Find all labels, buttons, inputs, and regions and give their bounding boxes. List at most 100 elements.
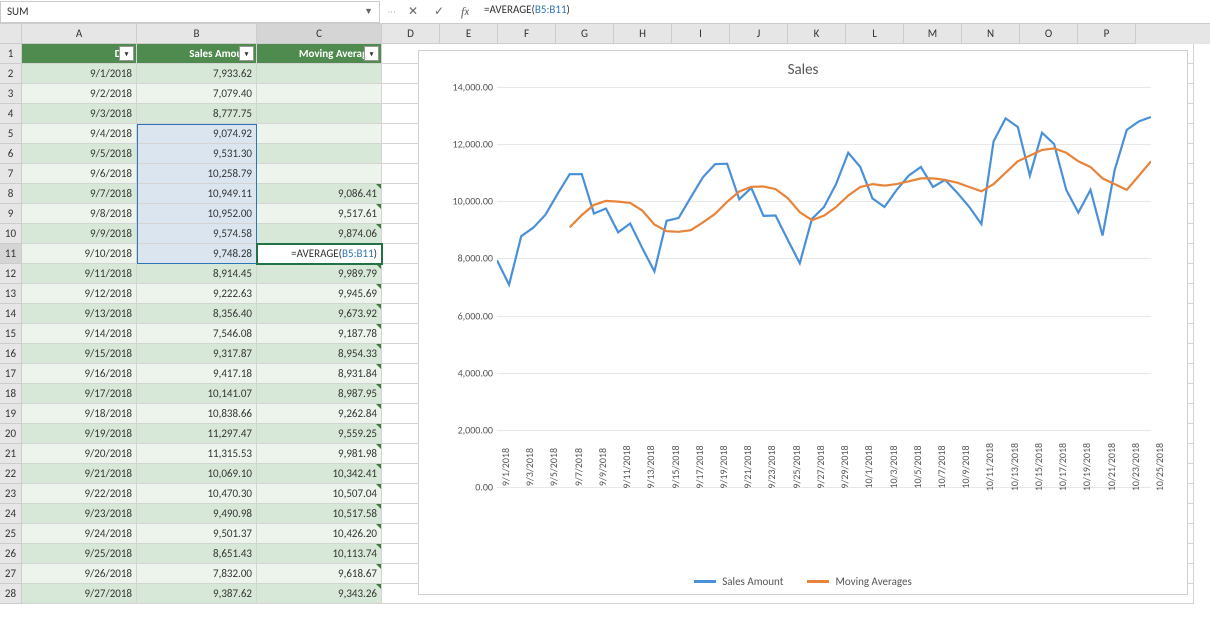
select-all-corner[interactable] [0,24,22,44]
cell[interactable]: 11,297.47 [137,424,257,444]
cell[interactable]: 9/27/2018 [22,584,137,604]
row-header[interactable]: 3 [0,84,22,104]
chart[interactable]: Sales 0.002,000.004,000.006,000.008,000.… [418,50,1188,595]
cell[interactable]: 9,531.30 [137,144,257,164]
cell[interactable]: 10,507.04 [257,484,382,504]
row-header[interactable]: 24 [0,504,22,524]
row-header[interactable]: 26 [0,544,22,564]
col-header-M[interactable]: M [904,24,962,44]
cell[interactable]: 10,838.66 [137,404,257,424]
cell[interactable]: 8,931.84 [257,364,382,384]
cell[interactable]: 9/18/2018 [22,404,137,424]
row-header[interactable]: 13 [0,284,22,304]
cell[interactable]: 9/26/2018 [22,564,137,584]
name-box[interactable]: SUM▼ [0,1,380,23]
cell[interactable]: 9,501.37 [137,524,257,544]
cell[interactable]: =AVERAGE(B5:B11) [257,244,382,264]
row-header[interactable]: 28 [0,584,22,604]
col-header-I[interactable]: I [672,24,730,44]
col-header-C[interactable]: C [257,24,382,44]
header-cell[interactable]: Day▾ [22,44,137,64]
cell[interactable]: 9/12/2018 [22,284,137,304]
row-header[interactable]: 20 [0,424,22,444]
cell[interactable]: 7,832.00 [137,564,257,584]
dropdown-arrow-icon[interactable]: ▼ [364,6,373,17]
cell[interactable]: 10,258.79 [137,164,257,184]
cell[interactable]: 9,343.26 [257,584,382,604]
col-header-O[interactable]: O [1020,24,1078,44]
row-header[interactable]: 16 [0,344,22,364]
cell[interactable] [257,164,382,184]
cell[interactable]: 9/17/2018 [22,384,137,404]
cell[interactable]: 9,673.92 [257,304,382,324]
cell[interactable]: 9/20/2018 [22,444,137,464]
cell[interactable]: 9/5/2018 [22,144,137,164]
header-cell[interactable]: Sales Amount▾ [137,44,257,64]
row-header[interactable]: 8 [0,184,22,204]
cell[interactable]: 9/14/2018 [22,324,137,344]
cell[interactable]: 9,618.67 [257,564,382,584]
row-header[interactable]: 2 [0,64,22,84]
cell[interactable]: 9/1/2018 [22,64,137,84]
cell[interactable]: 10,069.10 [137,464,257,484]
enter-button[interactable]: ✓ [426,1,452,23]
cell[interactable]: 9,222.63 [137,284,257,304]
row-header[interactable]: 12 [0,264,22,284]
filter-dropdown-icon[interactable]: ▾ [239,46,254,61]
col-header-J[interactable]: J [730,24,788,44]
cell[interactable]: 9,981.98 [257,444,382,464]
resize-handle[interactable]: ⋮ [382,8,400,16]
row-header[interactable]: 1 [0,44,22,64]
filter-dropdown-icon[interactable]: ▾ [119,46,134,61]
cell[interactable]: 10,426.20 [257,524,382,544]
col-header-E[interactable]: E [440,24,498,44]
row-header[interactable]: 11 [0,244,22,264]
row-header[interactable]: 18 [0,384,22,404]
cell[interactable]: 9/10/2018 [22,244,137,264]
row-header[interactable]: 4 [0,104,22,124]
cell[interactable]: 10,949.11 [137,184,257,204]
cell[interactable] [257,104,382,124]
cell[interactable]: 9/15/2018 [22,344,137,364]
cell[interactable]: 9/19/2018 [22,424,137,444]
row-header[interactable]: 14 [0,304,22,324]
cell[interactable]: 9/6/2018 [22,164,137,184]
cell[interactable]: 10,113.74 [257,544,382,564]
cell[interactable]: 9,262.84 [257,404,382,424]
row-header[interactable]: 5 [0,124,22,144]
row-header[interactable]: 17 [0,364,22,384]
col-header-D[interactable]: D [382,24,440,44]
cell[interactable]: 9/3/2018 [22,104,137,124]
cell[interactable]: 9,517.61 [257,204,382,224]
cell[interactable]: 9,074.92 [137,124,257,144]
cell[interactable]: 9/8/2018 [22,204,137,224]
cell[interactable]: 9/13/2018 [22,304,137,324]
cell[interactable]: 9/11/2018 [22,264,137,284]
col-header-H[interactable]: H [614,24,672,44]
row-header[interactable]: 6 [0,144,22,164]
cell[interactable]: 9,559.25 [257,424,382,444]
cell[interactable]: 9,317.87 [137,344,257,364]
formula-input[interactable]: =AVERAGE(B5:B11) [478,1,1210,23]
col-header-P[interactable]: P [1078,24,1136,44]
cell[interactable]: 8,777.75 [137,104,257,124]
cell[interactable]: 9,748.28 [137,244,257,264]
row-header[interactable]: 22 [0,464,22,484]
cell[interactable]: 9,187.78 [257,324,382,344]
cell[interactable]: 9,417.18 [137,364,257,384]
col-header-G[interactable]: G [556,24,614,44]
cell[interactable]: 9/4/2018 [22,124,137,144]
cell[interactable]: 11,315.53 [137,444,257,464]
cell[interactable]: 10,141.07 [137,384,257,404]
cell[interactable] [257,124,382,144]
row-header[interactable]: 7 [0,164,22,184]
cell[interactable]: 9,989.79 [257,264,382,284]
cell[interactable] [257,144,382,164]
cell[interactable]: 9/25/2018 [22,544,137,564]
cell[interactable]: 10,342.41 [257,464,382,484]
col-header-A[interactable]: A [22,24,137,44]
row-header[interactable]: 23 [0,484,22,504]
cell[interactable]: 9/9/2018 [22,224,137,244]
cell[interactable]: 9,945.69 [257,284,382,304]
cell[interactable]: 9,086.41 [257,184,382,204]
